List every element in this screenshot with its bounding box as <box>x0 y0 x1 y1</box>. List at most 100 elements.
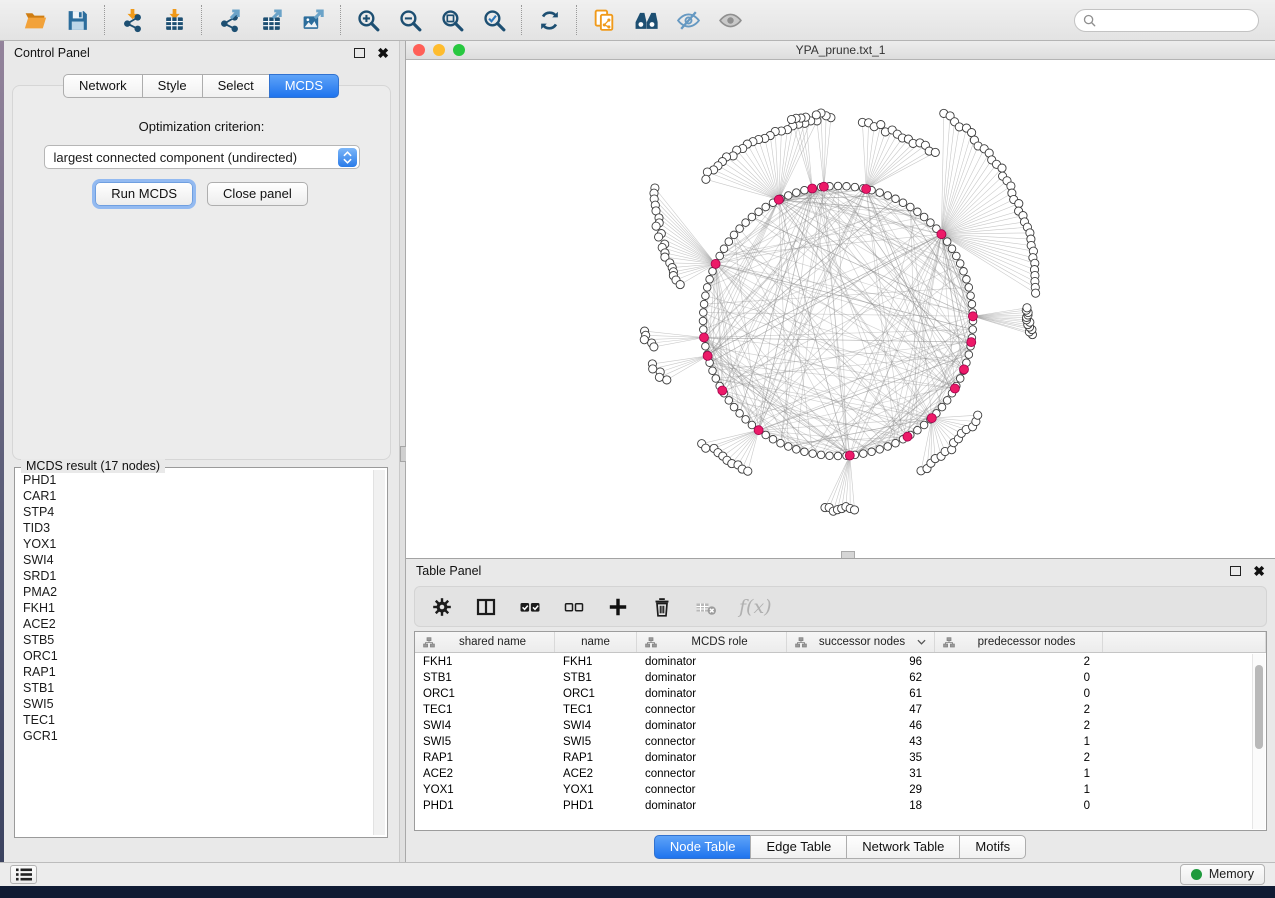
export-network-button[interactable] <box>215 6 243 34</box>
column-header-MCDS-role[interactable]: MCDS role <box>637 632 787 652</box>
share-document-button[interactable] <box>590 6 618 34</box>
table-scrollbar[interactable] <box>1252 654 1265 829</box>
run-mcds-button[interactable]: Run MCDS <box>95 182 193 206</box>
tab-node-table[interactable]: Node Table <box>654 835 752 859</box>
zoom-in-button[interactable] <box>354 6 382 34</box>
close-panel-icon[interactable]: ✖ <box>377 48 389 58</box>
zoom-fit-button[interactable] <box>438 6 466 34</box>
eye-button[interactable] <box>716 6 744 34</box>
vertical-splitter[interactable] <box>399 41 406 862</box>
horizontal-splitter-handle[interactable] <box>841 551 855 558</box>
split-columns-button[interactable] <box>475 596 497 618</box>
table-row[interactable]: SWI5SWI5connector431 <box>415 734 1252 750</box>
export-image-button[interactable] <box>299 6 327 34</box>
add-column-button[interactable] <box>607 596 629 618</box>
mcds-result-item[interactable]: SWI4 <box>17 552 371 568</box>
gear-button[interactable] <box>431 596 453 618</box>
table-cell: 1 <box>935 768 1103 780</box>
mcds-result-item[interactable]: TID3 <box>17 520 371 536</box>
show-hide-button[interactable] <box>674 6 702 34</box>
refresh-button[interactable] <box>535 6 563 34</box>
network-canvas[interactable] <box>406 60 1275 558</box>
mcds-result-item[interactable]: SWI5 <box>17 696 371 712</box>
export-table-icon <box>259 8 284 33</box>
mcds-result-item[interactable]: YOX1 <box>17 536 371 552</box>
float-table-panel-icon[interactable] <box>1230 566 1241 576</box>
tab-select[interactable]: Select <box>202 74 270 98</box>
tab-edge-table[interactable]: Edge Table <box>750 835 847 859</box>
column-header-name[interactable]: name <box>555 632 637 652</box>
mcds-hub-nodes[interactable] <box>700 182 978 460</box>
mcds-tab-body: Optimization criterion: largest connecte… <box>12 85 391 460</box>
tab-network-table[interactable]: Network Table <box>846 835 960 859</box>
table-row[interactable]: SWI4SWI4dominator462 <box>415 718 1252 734</box>
table-scrollbar-thumb[interactable] <box>1255 665 1263 749</box>
close-panel-button[interactable]: Close panel <box>207 182 308 206</box>
import-table-button[interactable] <box>160 6 188 34</box>
column-header-predecessor-nodes[interactable]: predecessor nodes <box>935 632 1103 652</box>
mcds-result-item[interactable]: RAP1 <box>17 664 371 680</box>
zoom-window-button[interactable] <box>453 44 465 56</box>
network-graph[interactable] <box>406 60 1273 558</box>
mcds-result-item[interactable]: PHD1 <box>17 472 371 488</box>
delete-column-button[interactable] <box>695 596 717 618</box>
mcds-result-title: MCDS result (17 nodes) <box>21 459 165 473</box>
float-panel-icon[interactable] <box>354 48 365 58</box>
minimize-window-button[interactable] <box>433 44 445 56</box>
mcds-result-item[interactable]: STP4 <box>17 504 371 520</box>
attribute-tree-icon <box>795 637 807 648</box>
mcds-result-item[interactable]: TEC1 <box>17 712 371 728</box>
table-toolbar: f(x) <box>414 586 1267 627</box>
zoom-selected-button[interactable] <box>480 6 508 34</box>
table-row[interactable]: PHD1PHD1dominator180 <box>415 798 1252 814</box>
gear-icon <box>431 596 453 618</box>
import-network-button[interactable] <box>118 6 146 34</box>
mcds-list-scrollbar[interactable] <box>373 470 385 835</box>
column-header-successor-nodes[interactable]: successor nodes <box>787 632 935 652</box>
table-row[interactable]: RAP1RAP1dominator352 <box>415 750 1252 766</box>
select-all-button[interactable] <box>519 596 541 618</box>
criterion-select[interactable]: largest connected component (undirected) <box>44 145 360 169</box>
column-header-shared-name[interactable]: shared name <box>415 632 555 652</box>
first-neighbors-button[interactable] <box>632 6 660 34</box>
open-folder-button[interactable] <box>21 6 49 34</box>
mcds-result-item[interactable]: SRD1 <box>17 568 371 584</box>
mcds-result-item[interactable]: STB1 <box>17 680 371 696</box>
table-cell: dominator <box>637 672 787 684</box>
mcds-result-item[interactable]: PMA2 <box>17 584 371 600</box>
table-cell: 1 <box>935 736 1103 748</box>
task-history-button[interactable] <box>10 865 37 884</box>
save-button[interactable] <box>63 6 91 34</box>
table-row[interactable]: ORC1ORC1dominator610 <box>415 686 1252 702</box>
deselect-all-button[interactable] <box>563 596 585 618</box>
function-button[interactable]: f(x) <box>739 596 772 618</box>
table-row[interactable]: ACE2ACE2connector311 <box>415 766 1252 782</box>
mcds-result-item[interactable]: STB5 <box>17 632 371 648</box>
table-row[interactable]: FKH1FKH1dominator962 <box>415 654 1252 670</box>
mcds-result-item[interactable]: GCR1 <box>17 728 371 744</box>
table-row[interactable]: TEC1TEC1connector472 <box>415 702 1252 718</box>
mcds-result-item[interactable]: ORC1 <box>17 648 371 664</box>
table-cell: 62 <box>787 672 935 684</box>
export-table-button[interactable] <box>257 6 285 34</box>
zoom-out-button[interactable] <box>396 6 424 34</box>
table-cell: dominator <box>637 688 787 700</box>
mcds-result-item[interactable]: ACE2 <box>17 616 371 632</box>
close-table-panel-icon[interactable]: ✖ <box>1253 566 1265 576</box>
tab-mcds[interactable]: MCDS <box>269 74 339 98</box>
close-window-button[interactable] <box>413 44 425 56</box>
delete-button[interactable] <box>651 596 673 618</box>
table-row[interactable]: STB1STB1dominator620 <box>415 670 1252 686</box>
attribute-tree-icon <box>645 637 657 648</box>
table-cell: STB1 <box>415 672 555 684</box>
tab-network[interactable]: Network <box>63 74 143 98</box>
search-input[interactable] <box>1101 12 1260 28</box>
tab-motifs[interactable]: Motifs <box>959 835 1026 859</box>
memory-button[interactable]: Memory <box>1180 864 1265 885</box>
table-row[interactable]: YOX1YOX1connector291 <box>415 782 1252 798</box>
tab-style[interactable]: Style <box>142 74 203 98</box>
mcds-result-item[interactable]: FKH1 <box>17 600 371 616</box>
network-window-titlebar: YPA_prune.txt_1 <box>406 41 1275 60</box>
mcds-result-item[interactable]: CAR1 <box>17 488 371 504</box>
search-box[interactable] <box>1074 9 1259 32</box>
